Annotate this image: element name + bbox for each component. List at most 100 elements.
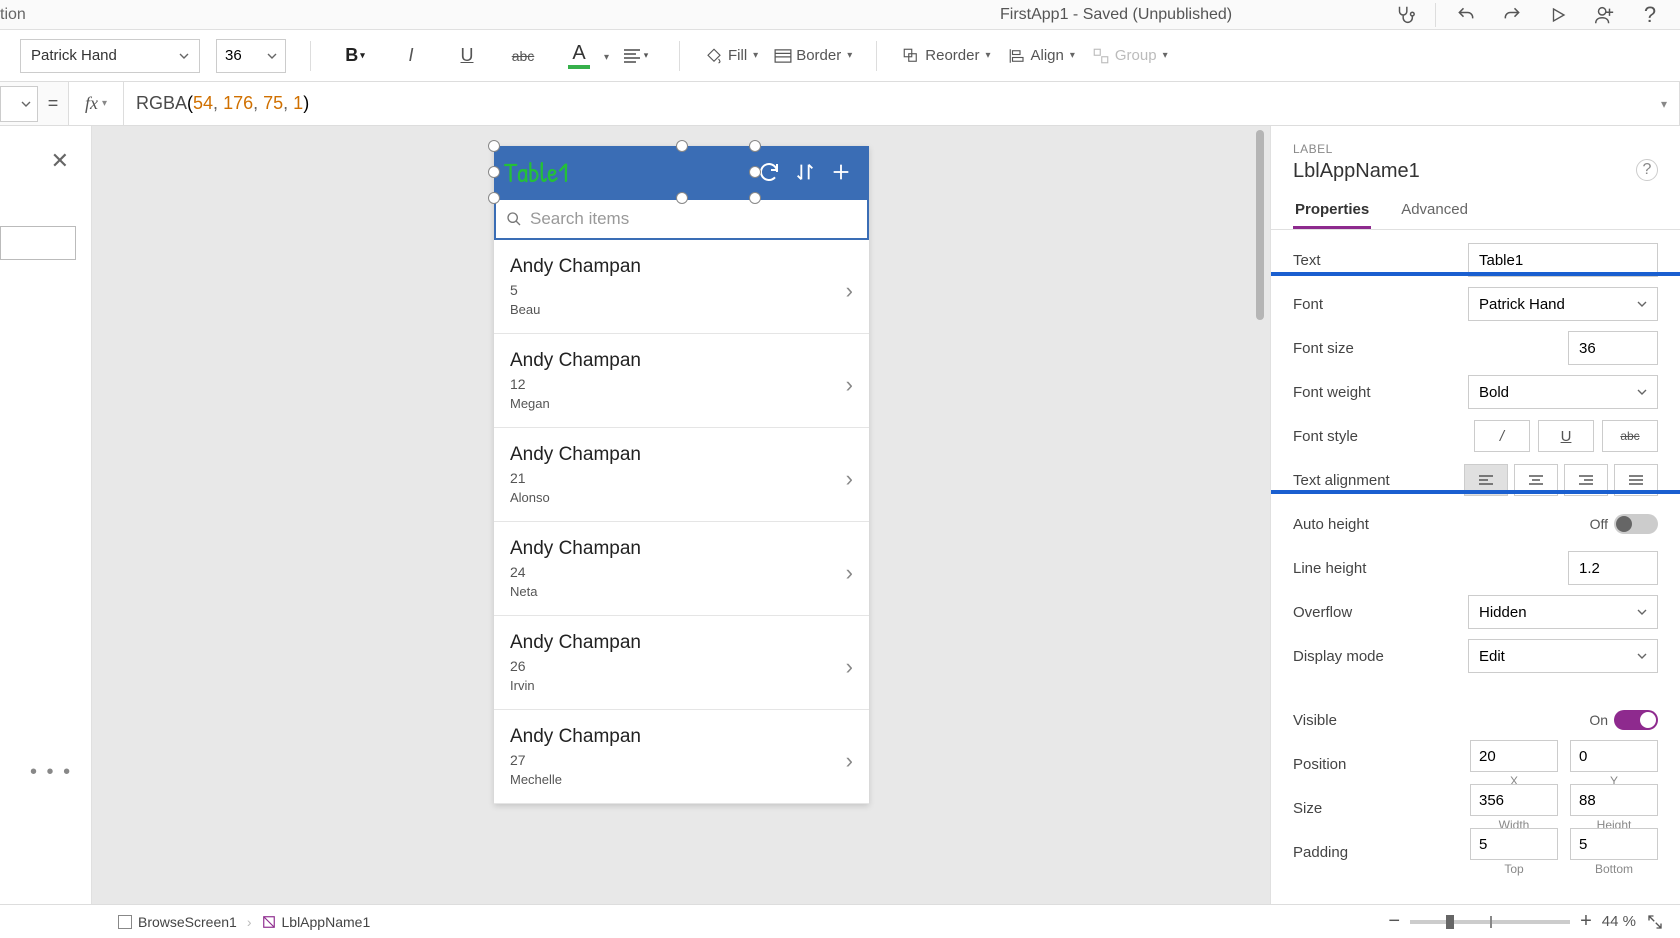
autoheight-toggle[interactable]	[1614, 514, 1658, 534]
size-h-input[interactable]	[1570, 784, 1658, 816]
selection-handle[interactable]	[749, 140, 761, 152]
app-title: FirstApp1 - Saved (Unpublished)	[1000, 6, 1232, 24]
formula-input[interactable]: RGBA(54, 176, 75, 1) ▾	[124, 82, 1680, 125]
add-icon[interactable]	[823, 154, 859, 190]
chevron-right-icon[interactable]: ›	[846, 278, 853, 304]
search-icon	[506, 211, 522, 227]
list-item[interactable]: Andy Champan12Megan›	[494, 334, 869, 428]
partial-title: tion	[0, 6, 26, 24]
prop-overflow-label: Overflow	[1293, 604, 1468, 621]
fit-screen-icon[interactable]	[1646, 913, 1664, 931]
prop-fontsize-label: Font size	[1293, 340, 1568, 357]
more-icon[interactable]: • • •	[30, 761, 72, 784]
item-name: Andy Champan	[510, 538, 641, 560]
close-icon[interactable]: ✕	[51, 148, 69, 174]
selection-handle[interactable]	[488, 140, 500, 152]
tab-advanced[interactable]: Advanced	[1399, 193, 1470, 229]
breadcrumb-screen[interactable]: BrowseScreen1	[108, 910, 247, 934]
border-button[interactable]: Border▾	[774, 47, 852, 64]
play-icon[interactable]	[1538, 1, 1578, 29]
font-dropdown[interactable]: Patrick Hand	[20, 39, 200, 73]
italic-button[interactable]: I	[391, 39, 431, 73]
prop-displaymode-select[interactable]: Edit	[1468, 639, 1658, 673]
fill-button[interactable]: Fill▾	[704, 47, 758, 65]
font-size-dropdown[interactable]: 36	[216, 39, 286, 73]
selection-handle[interactable]	[676, 192, 688, 204]
prop-text-input[interactable]: Table1	[1468, 243, 1658, 277]
prop-position-label: Position	[1293, 756, 1470, 773]
align-justify-button[interactable]	[1614, 464, 1658, 496]
prop-fontstyle-label: Font style	[1293, 428, 1474, 445]
visible-toggle[interactable]	[1614, 710, 1658, 730]
style-strike-button[interactable]: abc	[1602, 420, 1658, 452]
selection-handle[interactable]	[488, 192, 500, 204]
item-sub: Irvin	[510, 678, 641, 693]
prop-fontweight-label: Font weight	[1293, 384, 1468, 401]
chevron-right-icon[interactable]: ›	[846, 654, 853, 680]
size-w-input[interactable]	[1470, 784, 1558, 816]
zoom-out-button[interactable]: −	[1388, 910, 1400, 933]
position-y-input[interactable]	[1570, 740, 1658, 772]
prop-autoheight-label: Auto height	[1293, 516, 1590, 533]
panel-help-icon[interactable]: ?	[1636, 159, 1658, 181]
list-item[interactable]: Andy Champan24Neta›	[494, 522, 869, 616]
tab-properties[interactable]: Properties	[1293, 193, 1371, 229]
item-id: 26	[510, 658, 641, 674]
selection-handle[interactable]	[749, 166, 761, 178]
prop-lineheight-label: Line height	[1293, 560, 1568, 577]
redo-icon[interactable]	[1492, 1, 1532, 29]
align-button[interactable]: Align▾	[1007, 47, 1075, 65]
sort-icon[interactable]	[787, 154, 823, 190]
strike-button[interactable]: abc	[503, 39, 543, 73]
tree-mini-box[interactable]	[0, 226, 76, 260]
prop-overflow-select[interactable]: Hidden	[1468, 595, 1658, 629]
bold-button[interactable]: B▾	[335, 39, 375, 73]
canvas[interactable]: Table1	[92, 126, 1270, 904]
align-paragraph-button[interactable]: ▾	[615, 39, 655, 73]
selection-handle[interactable]	[488, 166, 500, 178]
zoom-in-button[interactable]: +	[1580, 910, 1592, 933]
prop-lineheight-input[interactable]: 1.2	[1568, 551, 1658, 585]
prop-fontsize-input[interactable]: 36	[1568, 331, 1658, 365]
list-item[interactable]: Andy Champan27Mechelle›	[494, 710, 869, 804]
share-icon[interactable]	[1584, 1, 1624, 29]
breadcrumb-control[interactable]: LblAppName1	[252, 910, 381, 934]
chevron-right-icon[interactable]: ›	[846, 466, 853, 492]
help-icon[interactable]: ?	[1630, 1, 1670, 29]
position-x-input[interactable]	[1470, 740, 1558, 772]
prop-visible-label: Visible	[1293, 712, 1589, 729]
vertical-scrollbar[interactable]	[1254, 130, 1266, 900]
list-item[interactable]: Andy Champan26Irvin›	[494, 616, 869, 710]
item-id: 5	[510, 282, 641, 298]
chevron-right-icon[interactable]: ›	[846, 372, 853, 398]
stethoscope-icon[interactable]	[1385, 1, 1425, 29]
undo-icon[interactable]	[1446, 1, 1486, 29]
item-name: Andy Champan	[510, 444, 641, 466]
align-right-button[interactable]	[1564, 464, 1608, 496]
prop-fontweight-select[interactable]: Bold	[1468, 375, 1658, 409]
chevron-right-icon[interactable]: ›	[846, 560, 853, 586]
style-underline-button[interactable]: U	[1538, 420, 1594, 452]
fx-button[interactable]: fx▾	[68, 82, 124, 125]
align-center-button[interactable]	[1514, 464, 1558, 496]
padding-top-input[interactable]	[1470, 828, 1558, 860]
header-title[interactable]: Table1	[504, 153, 751, 191]
app-header[interactable]: Table1	[494, 146, 869, 198]
list-item[interactable]: Andy Champan21Alonso›	[494, 428, 869, 522]
selection-handle[interactable]	[749, 192, 761, 204]
selection-handle[interactable]	[676, 140, 688, 152]
zoom-slider[interactable]	[1410, 920, 1570, 924]
style-italic-button[interactable]: /	[1474, 420, 1530, 452]
tree-panel: ✕ • • •	[0, 126, 92, 904]
search-input[interactable]: Search items	[494, 198, 869, 240]
font-color-button[interactable]: A▾	[559, 42, 599, 69]
item-sub: Alonso	[510, 490, 641, 505]
list-item[interactable]: Andy Champan5Beau›	[494, 240, 869, 334]
padding-bottom-input[interactable]	[1570, 828, 1658, 860]
underline-button[interactable]: U	[447, 39, 487, 73]
property-selector[interactable]	[0, 86, 38, 122]
align-left-button[interactable]	[1464, 464, 1508, 496]
reorder-button[interactable]: Reorder▾	[901, 47, 990, 65]
chevron-right-icon[interactable]: ›	[846, 748, 853, 774]
prop-font-select[interactable]: Patrick Hand	[1468, 287, 1658, 321]
